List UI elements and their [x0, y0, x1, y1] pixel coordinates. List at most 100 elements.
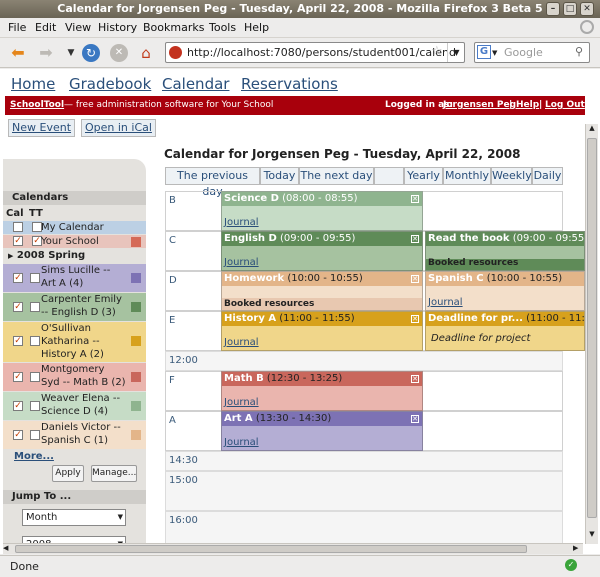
tab-home[interactable]: Home [11, 75, 55, 93]
journal-link[interactable]: Journal [224, 337, 259, 348]
logout-link[interactable]: Log Out [545, 96, 585, 115]
open-in-ical-button[interactable]: Open in iCal [81, 119, 156, 137]
history-dropdown-icon[interactable]: ▼ [62, 44, 80, 62]
stop-icon[interactable]: ✕ [110, 44, 128, 62]
bookmark-star-icon[interactable]: ☆ [431, 44, 443, 59]
scroll-down-icon[interactable]: ▼ [587, 530, 597, 541]
url-text: http://localhost:7080/persons/student001… [187, 46, 456, 59]
close-icon[interactable]: ✕ [411, 315, 419, 323]
url-dropdown-icon[interactable]: ▼ [447, 43, 465, 62]
period-label: E [169, 315, 176, 326]
period-label: F [169, 375, 175, 386]
menu-file[interactable]: File [8, 21, 26, 34]
help-link[interactable]: Help [516, 96, 539, 115]
journal-link[interactable]: Journal [224, 217, 259, 228]
search-magnifier-icon[interactable]: ⚲ [575, 45, 583, 58]
menu-edit[interactable]: Edit [35, 21, 56, 34]
close-icon[interactable]: ✕ [411, 275, 419, 283]
tt-checkbox[interactable] [30, 372, 40, 382]
close-icon[interactable]: ✕ [411, 235, 419, 243]
maximize-icon[interactable]: □ [563, 2, 577, 16]
journal-link[interactable]: Journal [224, 397, 259, 408]
close-icon[interactable]: ✕ [411, 415, 419, 423]
schooltool-link[interactable]: SchoolTool [10, 96, 64, 115]
menu-help[interactable]: Help [244, 21, 269, 34]
cal-checkbox[interactable]: ✓ [13, 302, 23, 312]
today-button[interactable]: Today [260, 167, 299, 185]
tt-checkbox[interactable] [30, 430, 40, 440]
horizontal-scroll-thumb[interactable] [15, 545, 527, 553]
engine-dropdown-icon[interactable]: ▼ [492, 49, 497, 57]
scroll-left-icon[interactable]: ◀ [3, 544, 13, 554]
apply-button[interactable]: Apply [52, 465, 84, 482]
cal-checkbox[interactable]: ✓ [13, 236, 23, 246]
tt-checkbox[interactable] [30, 336, 40, 346]
time-row[interactable]: 14:30 [165, 451, 563, 471]
event-homework[interactable]: Homework (10:00 - 10:55) ✕ Booked resour… [221, 271, 423, 311]
monthly-button[interactable]: Monthly [443, 167, 491, 185]
journal-link[interactable]: Journal [428, 297, 463, 308]
menu-view[interactable]: View [65, 21, 91, 34]
daily-button[interactable]: Daily [532, 167, 563, 185]
search-input[interactable]: G ▼ Google ⚲ [474, 42, 590, 63]
home-icon[interactable]: ⌂ [137, 44, 155, 62]
horizontal-scrollbar[interactable]: ◀ ▶ [3, 543, 583, 554]
scroll-up-icon[interactable]: ▲ [587, 124, 597, 135]
event-spanish-c[interactable]: Spanish C (10:00 - 10:55) Journal [425, 271, 585, 311]
new-event-button[interactable]: New Event [8, 119, 76, 137]
user-link[interactable]: Jorgensen Peg [443, 96, 516, 115]
cal-checkbox[interactable]: ✓ [13, 273, 23, 283]
manage-button[interactable]: Manage... [91, 465, 137, 482]
previous-day-button[interactable]: The previous day [165, 167, 260, 198]
yearly-button[interactable]: Yearly [404, 167, 443, 185]
menu-history[interactable]: History [98, 21, 137, 34]
event-english-d[interactable]: English D (09:00 - 09:55) ✕ Journal [221, 231, 423, 271]
tt-checkbox[interactable] [30, 273, 40, 283]
event-art-a[interactable]: Art A (13:30 - 14:30) ✕ Journal [221, 411, 423, 451]
calendar-row: ✓ Sims Lucille -- Art A (4) [3, 264, 146, 292]
time-row[interactable]: 12:00 [165, 351, 563, 371]
cal-checkbox[interactable] [13, 222, 23, 232]
close-icon[interactable]: ✕ [411, 195, 419, 203]
tt-checkbox[interactable] [30, 302, 40, 312]
more-calendars-link[interactable]: More... [14, 451, 54, 462]
cal-checkbox[interactable]: ✓ [13, 401, 23, 411]
cal-checkbox[interactable]: ✓ [13, 430, 23, 440]
tab-calendar[interactable]: Calendar [162, 75, 229, 93]
reload-icon[interactable]: ↻ [82, 44, 100, 62]
cal-checkbox[interactable]: ✓ [13, 336, 23, 346]
url-input[interactable]: http://localhost:7080/persons/student001… [165, 42, 465, 63]
vertical-scroll-thumb[interactable] [587, 138, 597, 518]
event-time: (09:00 - 09:55) [512, 233, 584, 244]
minimize-icon[interactable]: – [546, 2, 560, 16]
forward-arrow-icon[interactable]: ➡ [37, 44, 55, 62]
sidebar: Calendars Cal TT My Calendar ✓ ✓ Your Sc… [3, 159, 146, 554]
tab-gradebook[interactable]: Gradebook [69, 75, 151, 93]
spring-section[interactable]: ▶ 2008 Spring [3, 250, 146, 263]
tab-reservations[interactable]: Reservations [241, 75, 338, 93]
journal-link[interactable]: Journal [224, 437, 259, 448]
menu-tools[interactable]: Tools [209, 21, 236, 34]
next-day-button[interactable]: The next day [299, 167, 374, 185]
vertical-scrollbar[interactable]: ▲ ▼ [585, 124, 598, 544]
event-read-the-book[interactable]: Read the book (09:00 - 09:55) Booked res… [425, 231, 585, 271]
event-history-a[interactable]: History A (11:00 - 11:55) ✕ Journal [221, 311, 423, 351]
tt-column-label: TT [29, 208, 43, 219]
separator: | [539, 100, 543, 110]
scroll-right-icon[interactable]: ▶ [573, 544, 583, 554]
close-icon[interactable]: ✕ [580, 2, 594, 16]
menu-bookmarks[interactable]: Bookmarks [143, 21, 204, 34]
event-math-b[interactable]: Math B (12:30 - 13:25) ✕ Journal [221, 371, 423, 411]
google-engine-icon[interactable]: G [477, 45, 491, 59]
web-page: Home Gradebook Calendar Reservations Sch… [0, 69, 600, 554]
cal-checkbox[interactable]: ✓ [13, 372, 23, 382]
event-deadline-for-project[interactable]: Deadline for pr... (11:00 - 11:55) Deadl… [425, 311, 585, 351]
weekly-button[interactable]: Weekly [491, 167, 532, 185]
month-select[interactable]: Month ▼ [22, 509, 126, 526]
back-arrow-icon[interactable]: ⬅ [9, 44, 27, 62]
event-science-d[interactable]: Science D (08:00 - 08:55) ✕ Journal [221, 191, 423, 231]
journal-link[interactable]: Journal [224, 257, 259, 268]
time-row[interactable]: 15:00 [165, 471, 563, 511]
close-icon[interactable]: ✕ [411, 375, 419, 383]
tt-checkbox[interactable] [30, 401, 40, 411]
